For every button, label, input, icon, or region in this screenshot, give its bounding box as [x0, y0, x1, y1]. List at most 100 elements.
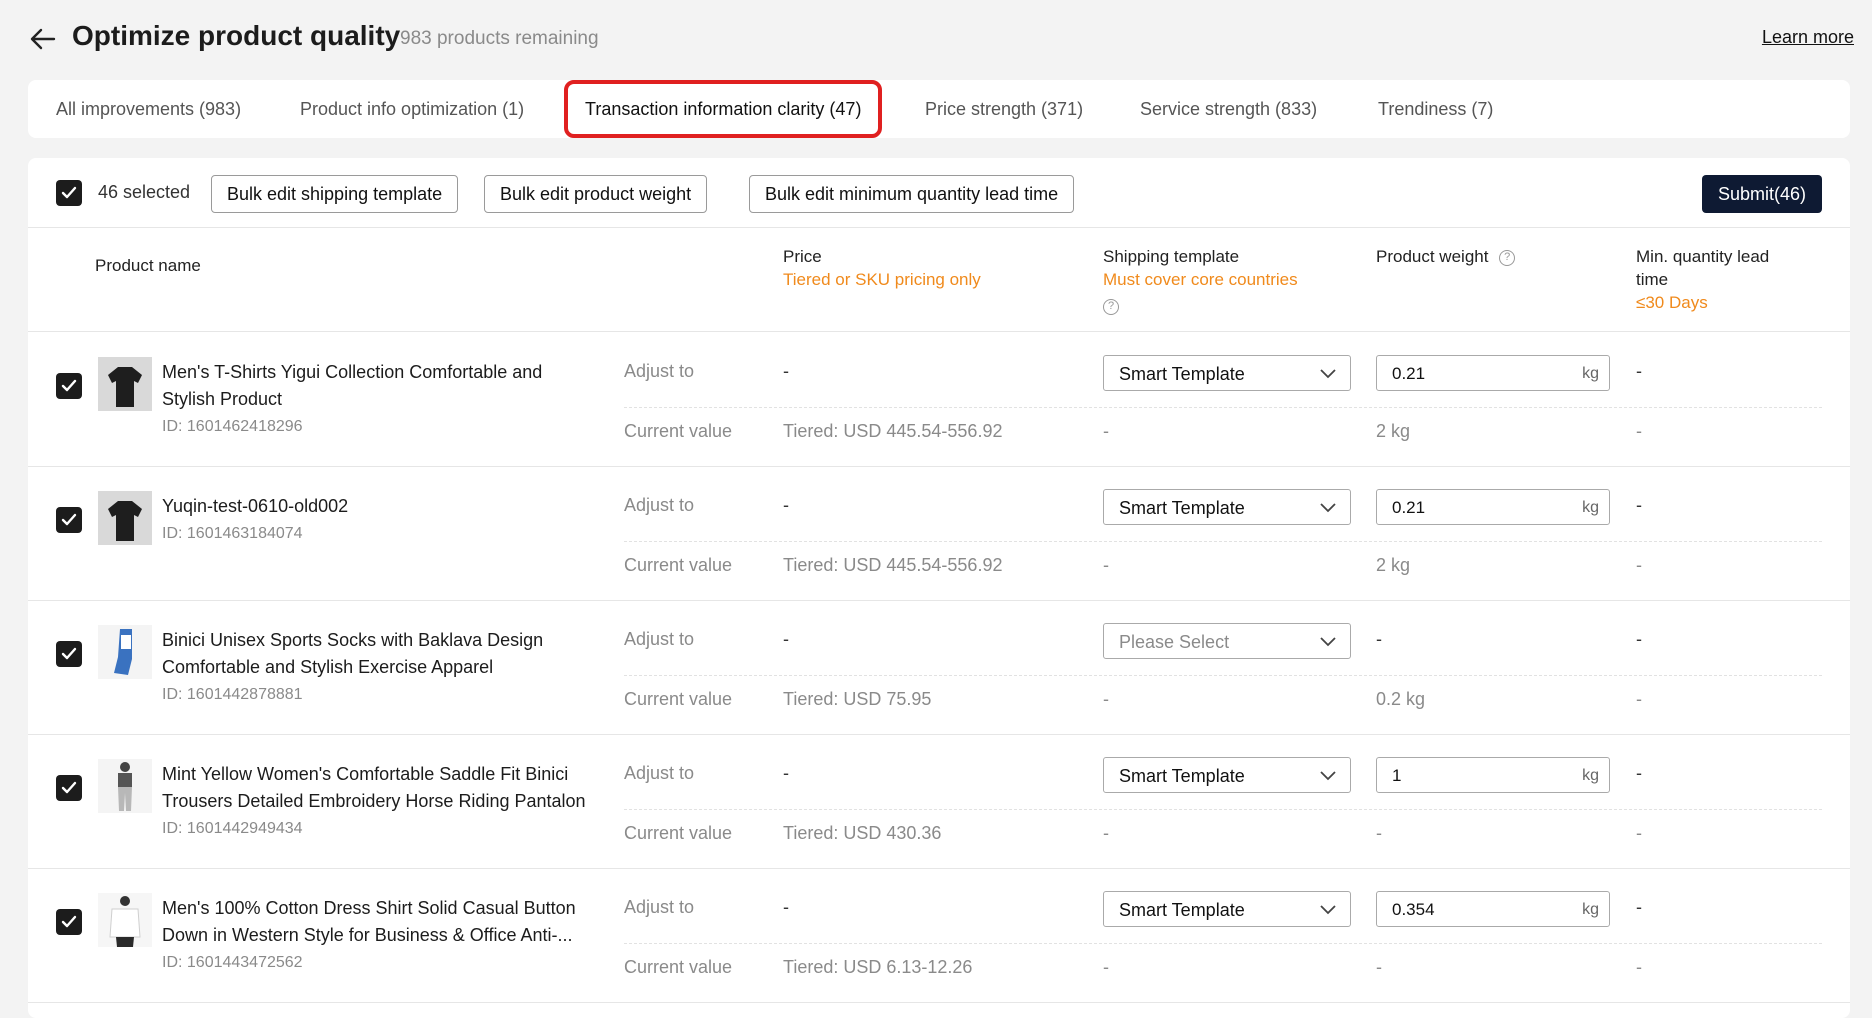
current-shipping: - [1103, 957, 1109, 977]
submit-button[interactable]: Submit(46) [1701, 175, 1822, 213]
row-checkbox[interactable] [56, 507, 82, 533]
page-title: Optimize product quality [72, 20, 401, 51]
current-price: Tiered: USD 430.36 [783, 823, 942, 843]
current-value-label: Current value [624, 421, 733, 441]
product-table-panel: 46 selected Bulk edit shipping template … [28, 158, 1850, 1018]
lead-time-note: ≤30 Days [1636, 293, 1708, 312]
product-thumbnail [98, 357, 152, 411]
product-id: ID: 1601443472562 [162, 954, 303, 971]
shipping-template-select[interactable]: Smart Template [1103, 757, 1351, 793]
bulk-edit-weight-button[interactable]: Bulk edit product weight [484, 175, 708, 213]
product-id: ID: 1601442949434 [162, 820, 303, 837]
current-shipping: - [1103, 555, 1109, 575]
shipping-template-select[interactable]: Smart Template [1103, 489, 1351, 525]
adjust-price: - [783, 629, 789, 649]
weight-help-icon[interactable]: ? [1499, 249, 1516, 266]
current-weight: 2 kg [1376, 421, 1411, 441]
row-checkbox[interactable] [56, 909, 82, 935]
column-lead-time: Min. quantity lead time ≤30 Days [1636, 247, 1770, 312]
current-weight: 2 kg [1376, 555, 1411, 575]
adjust-lead-time: - [1636, 763, 1642, 783]
product-thumbnail [98, 893, 152, 947]
weight-input[interactable]: 0.21 kg [1376, 489, 1610, 525]
current-weight: - [1376, 957, 1382, 977]
column-price: Price Tiered or SKU pricing only [783, 247, 981, 289]
shipping-template-select[interactable]: Smart Template [1103, 355, 1351, 391]
tab-all-improvements[interactable]: All improvements (983) [56, 80, 241, 138]
chevron-down-icon [1320, 369, 1336, 379]
product-thumbnail [98, 625, 152, 679]
adjust-lead-time: - [1636, 897, 1642, 917]
chevron-down-icon [1320, 905, 1336, 915]
select-all-checkbox[interactable] [56, 180, 82, 206]
product-name[interactable]: Men's 100% Cotton Dress Shirt Solid Casu… [162, 895, 592, 949]
weight-input[interactable]: 0.354 kg [1376, 891, 1610, 927]
table-row: Yuqin-test-0610-old002 ID: 1601463184074… [28, 467, 1850, 601]
product-id: ID: 1601463184074 [162, 525, 303, 542]
current-weight: - [1376, 823, 1382, 843]
table-row: Mint Yellow Women's Comfortable Saddle F… [28, 735, 1850, 869]
weight-input[interactable]: 0.21 kg [1376, 355, 1610, 391]
shipping-template-select[interactable]: Smart Template [1103, 891, 1351, 927]
shipping-help-icon[interactable]: ? [1103, 298, 1119, 315]
row-divider [624, 943, 1822, 944]
current-shipping: - [1103, 823, 1109, 843]
table-row: Men's 100% Cotton Dress Shirt Solid Casu… [28, 869, 1850, 1003]
row-checkbox[interactable] [56, 775, 82, 801]
chevron-down-icon [1320, 503, 1336, 513]
adjust-price: - [783, 495, 789, 515]
adjust-to-label: Adjust to [624, 361, 695, 381]
column-shipping-template: Shipping template Must cover core countr… [1103, 245, 1298, 317]
adjust-price: - [783, 897, 789, 917]
current-lead-time: - [1636, 689, 1642, 709]
chevron-down-icon [1320, 637, 1336, 647]
product-thumbnail [98, 491, 152, 545]
current-value-label: Current value [624, 555, 733, 575]
chevron-down-icon [1320, 771, 1336, 781]
product-name[interactable]: Binici Unisex Sports Socks with Baklava … [162, 627, 592, 681]
table-row: Binici Unisex Sports Socks with Baklava … [28, 601, 1850, 735]
product-name[interactable]: Mint Yellow Women's Comfortable Saddle F… [162, 761, 592, 815]
adjust-lead-time: - [1636, 629, 1642, 649]
current-shipping: - [1103, 421, 1109, 441]
current-price: Tiered: USD 6.13-12.26 [783, 957, 973, 977]
current-value-label: Current value [624, 689, 733, 709]
current-price: Tiered: USD 75.95 [783, 689, 932, 709]
tab-service-strength[interactable]: Service strength (833) [1140, 80, 1317, 138]
adjust-lead-time: - [1636, 495, 1642, 515]
adjust-to-label: Adjust to [624, 897, 695, 917]
product-id: ID: 1601442878881 [162, 686, 303, 703]
current-value-label: Current value [624, 823, 733, 843]
adjust-to-label: Adjust to [624, 763, 695, 783]
learn-more-link[interactable]: Learn more [1762, 27, 1854, 48]
current-price: Tiered: USD 445.54-556.92 [783, 555, 1003, 575]
page-header: Optimize product quality 983 products re… [28, 18, 1854, 74]
row-checkbox[interactable] [56, 641, 82, 667]
adjust-weight: - [1376, 629, 1382, 649]
bulk-toolbar: 46 selected Bulk edit shipping template … [28, 158, 1850, 228]
adjust-to-label: Adjust to [624, 495, 695, 515]
current-lead-time: - [1636, 957, 1642, 977]
bulk-edit-lead-time-button[interactable]: Bulk edit minimum quantity lead time [749, 175, 1075, 213]
row-divider [624, 675, 1822, 676]
current-weight: 0.2 kg [1376, 689, 1426, 709]
bulk-edit-shipping-button[interactable]: Bulk edit shipping template [211, 175, 459, 213]
shipping-template-select[interactable]: Please Select [1103, 623, 1351, 659]
adjust-lead-time: - [1636, 361, 1642, 381]
current-lead-time: - [1636, 555, 1642, 575]
product-name[interactable]: Yuqin-test-0610-old002 [162, 493, 592, 520]
weight-input[interactable]: 1 kg [1376, 757, 1610, 793]
adjust-price: - [783, 361, 789, 381]
remaining-count: 983 products remaining [400, 28, 599, 49]
tab-product-info-optimization[interactable]: Product info optimization (1) [300, 80, 524, 138]
adjust-price: - [783, 763, 789, 783]
tab-trendiness[interactable]: Trendiness (7) [1378, 80, 1493, 138]
back-arrow-icon[interactable] [28, 24, 62, 58]
tab-transaction-information-clarity[interactable]: Transaction information clarity (47) [564, 80, 883, 138]
row-divider [624, 541, 1822, 542]
tab-price-strength[interactable]: Price strength (371) [925, 80, 1083, 138]
row-checkbox[interactable] [56, 373, 82, 399]
product-name[interactable]: Men's T-Shirts Yigui Collection Comforta… [162, 359, 592, 413]
current-lead-time: - [1636, 823, 1642, 843]
table-header: Product name Price Tiered or SKU pricing… [28, 228, 1850, 332]
